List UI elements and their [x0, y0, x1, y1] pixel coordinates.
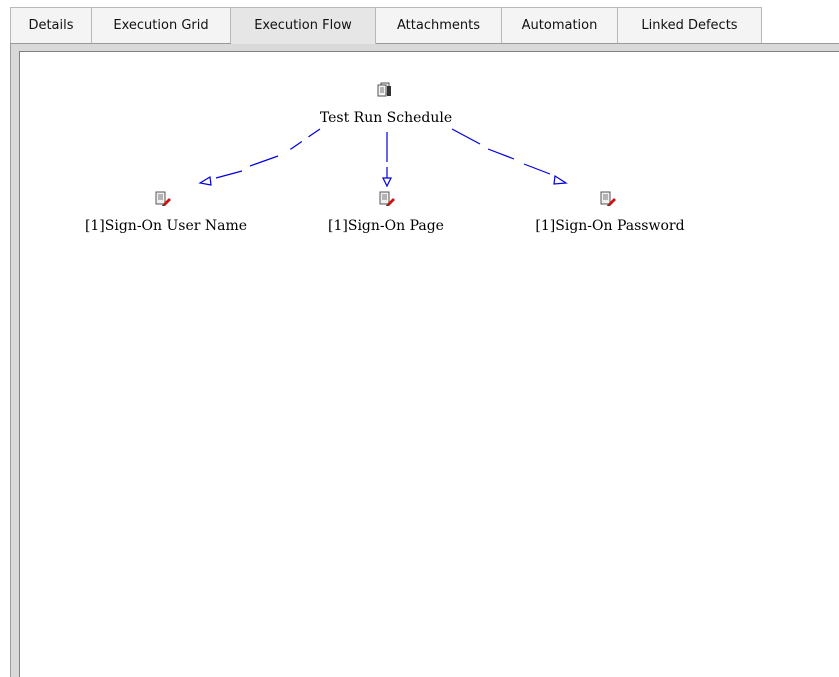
- tab-attachments[interactable]: Attachments: [376, 7, 502, 43]
- flow-root-node-label[interactable]: Test Run Schedule: [320, 110, 452, 126]
- flow-edge-left-b: [249, 155, 279, 167]
- flow-edge-left-arrow: [198, 176, 212, 186]
- tab-automation[interactable]: Automation: [502, 7, 618, 43]
- flow-child-node-label[interactable]: [1]Sign-On User Name: [85, 218, 247, 234]
- tab-details[interactable]: Details: [10, 7, 92, 43]
- execution-flow-canvas[interactable]: Test Run Schedule [1]Sign-On User Name […: [19, 51, 839, 677]
- flow-edge-right: [451, 128, 481, 145]
- test-instance-icon[interactable]: [154, 191, 172, 207]
- tab-strip: Details Execution Grid Execution Flow At…: [10, 7, 762, 44]
- flow-edge-right-arrow: [553, 174, 568, 185]
- flow-edge-left-c: [215, 170, 243, 179]
- test-instance-icon[interactable]: [599, 191, 617, 207]
- flow-child-node-label[interactable]: [1]Sign-On Password: [535, 218, 684, 234]
- test-set-icon[interactable]: [376, 82, 394, 98]
- flow-edges: [198, 128, 568, 188]
- flow-child-node-label[interactable]: [1]Sign-On Page: [328, 218, 444, 234]
- flow-edge-middle-arrow: [382, 177, 392, 188]
- execution-flow-window: Details Execution Grid Execution Flow At…: [0, 0, 839, 677]
- flow-edge-right-b: [487, 148, 515, 160]
- flow-edge-right-c: [523, 163, 551, 175]
- tab-execution-flow[interactable]: Execution Flow: [231, 7, 376, 44]
- tab-execution-grid[interactable]: Execution Grid: [92, 7, 231, 43]
- tab-bar: Details Execution Grid Execution Flow At…: [0, 0, 839, 44]
- test-instance-icon[interactable]: [378, 191, 396, 207]
- flow-edge-left: [287, 128, 321, 152]
- tab-linked-defects[interactable]: Linked Defects: [618, 7, 762, 43]
